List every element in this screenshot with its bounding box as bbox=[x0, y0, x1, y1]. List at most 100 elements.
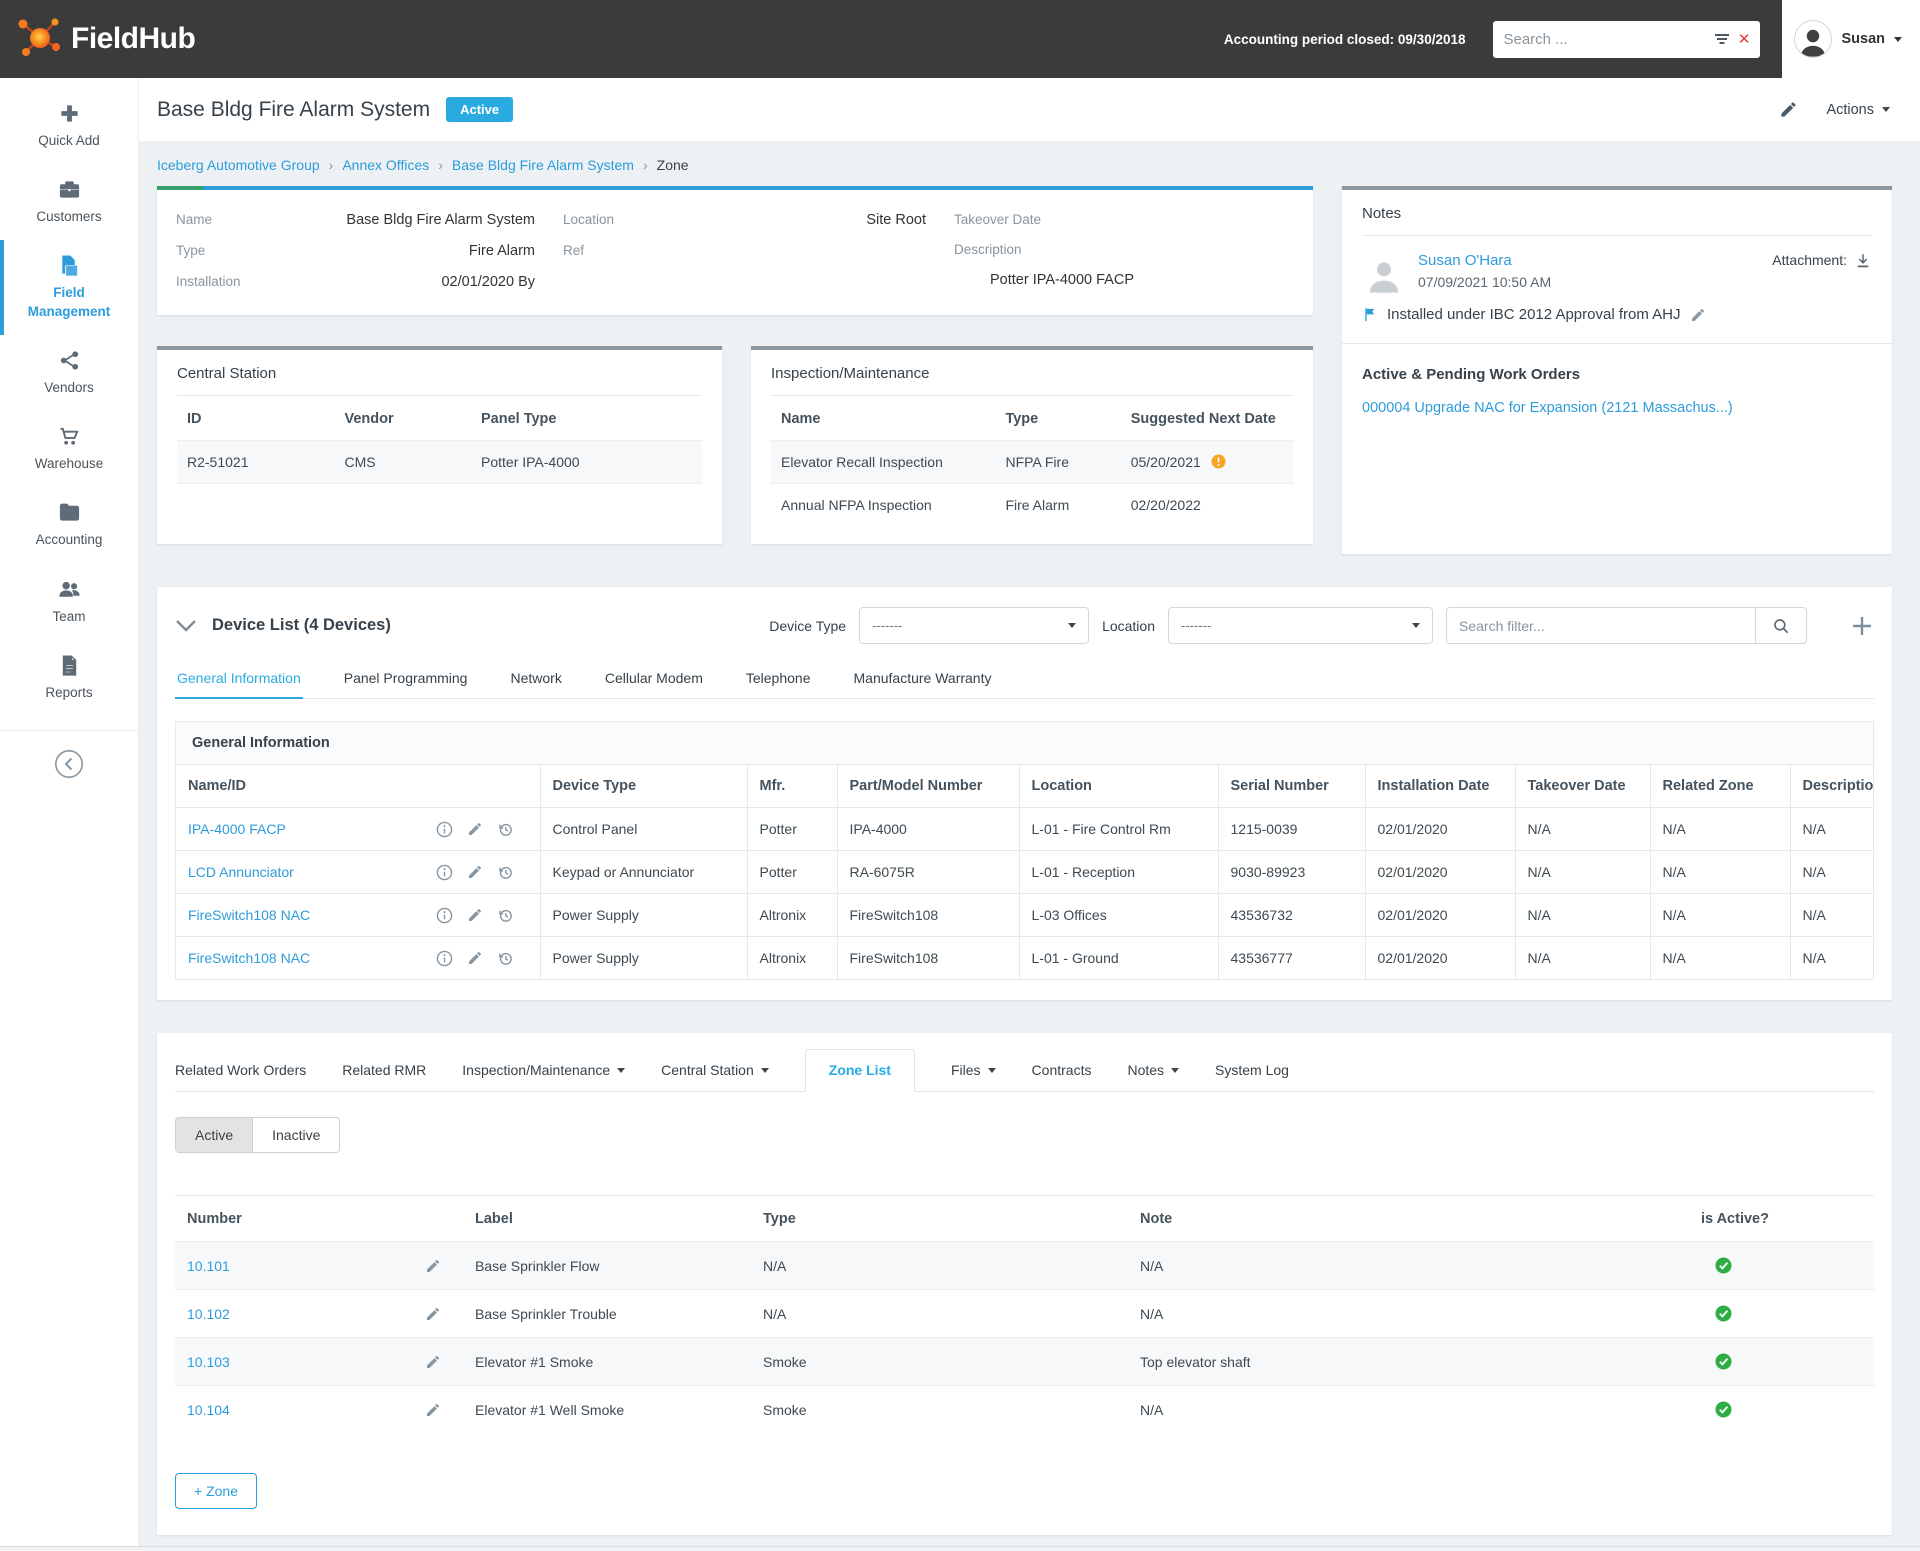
edit-zone-icon[interactable] bbox=[425, 1402, 441, 1418]
plus-icon bbox=[1853, 616, 1871, 635]
avatar bbox=[1794, 20, 1833, 58]
column-header: Takeover Date bbox=[1514, 765, 1650, 808]
breadcrumb-link[interactable]: Annex Offices bbox=[342, 157, 429, 173]
history-icon[interactable] bbox=[497, 950, 514, 967]
sidebar-item-vendors[interactable]: Vendors bbox=[0, 335, 138, 411]
device-name-link[interactable]: FireSwitch108 NAC bbox=[188, 907, 310, 923]
info-icon[interactable] bbox=[436, 907, 453, 924]
device-name-link[interactable]: LCD Annunciator bbox=[188, 864, 294, 880]
device-filter-input[interactable] bbox=[1446, 607, 1756, 644]
user-menu[interactable]: Susan bbox=[1782, 0, 1920, 78]
breadcrumb-link[interactable]: Iceberg Automotive Group bbox=[157, 157, 320, 173]
tab-manufacture-warranty[interactable]: Manufacture Warranty bbox=[852, 660, 994, 698]
active-check-icon bbox=[1701, 1401, 1862, 1418]
report-file-icon bbox=[62, 655, 76, 676]
info-icon[interactable] bbox=[436, 950, 453, 967]
tab-general-information[interactable]: General Information bbox=[175, 660, 303, 699]
top-bar: FieldHub Accounting period closed: 09/30… bbox=[0, 0, 1920, 78]
tab-panel-programming[interactable]: Panel Programming bbox=[342, 660, 470, 698]
download-icon[interactable] bbox=[1854, 252, 1872, 270]
brand-name: FieldHub bbox=[71, 22, 196, 55]
edit-zone-icon[interactable] bbox=[425, 1258, 441, 1274]
history-icon[interactable] bbox=[497, 907, 514, 924]
brand[interactable]: FieldHub bbox=[0, 14, 196, 64]
people-icon bbox=[58, 581, 80, 597]
edit-icon[interactable] bbox=[467, 907, 483, 923]
column-header: Label bbox=[463, 1195, 751, 1242]
device-list-card: Device List (4 Devices) Device Type ----… bbox=[157, 587, 1892, 1000]
info-icon[interactable] bbox=[436, 864, 453, 881]
sidebar-collapse-button[interactable] bbox=[0, 729, 138, 797]
zone-number-link[interactable]: 10.104 bbox=[187, 1402, 230, 1418]
clear-search-icon[interactable]: ✕ bbox=[1738, 32, 1751, 47]
tab-zone-list[interactable]: Zone List bbox=[804, 1049, 915, 1092]
edit-zone-icon[interactable] bbox=[425, 1354, 441, 1370]
zone-number-link[interactable]: 10.103 bbox=[187, 1354, 230, 1370]
main-area: Base Bldg Fire Alarm System Active Actio… bbox=[139, 78, 1920, 1551]
edit-zone-icon[interactable] bbox=[425, 1306, 441, 1322]
actions-button[interactable]: Actions bbox=[1826, 102, 1890, 118]
edit-note-icon[interactable] bbox=[1690, 307, 1706, 323]
history-icon[interactable] bbox=[497, 864, 514, 881]
column-header: Part/Model Number bbox=[836, 765, 1019, 808]
zone-number-link[interactable]: 10.102 bbox=[187, 1306, 230, 1322]
sidebar-item-team[interactable]: Team bbox=[0, 564, 138, 640]
tab-notes[interactable]: Notes bbox=[1127, 1050, 1180, 1091]
column-header: Mfr. bbox=[746, 765, 837, 808]
sidebar-item-reports[interactable]: Reports bbox=[0, 640, 138, 716]
chevron-down-icon[interactable] bbox=[175, 619, 197, 633]
column-header: Number bbox=[175, 1195, 463, 1242]
tab-related-work-orders[interactable]: Related Work Orders bbox=[175, 1050, 306, 1091]
device-type-label: Device Type bbox=[769, 617, 847, 634]
tab-central-station[interactable]: Central Station bbox=[661, 1050, 769, 1091]
tab-files[interactable]: Files bbox=[951, 1050, 996, 1091]
device-name-link[interactable]: IPA-4000 FACP bbox=[188, 821, 286, 837]
select-caret-icon bbox=[1412, 623, 1420, 628]
tab-contracts[interactable]: Contracts bbox=[1032, 1050, 1092, 1091]
note-item: Susan O'Hara 07/09/2021 10:50 AM Attachm… bbox=[1362, 252, 1872, 296]
history-icon[interactable] bbox=[497, 821, 514, 838]
zone-number-link[interactable]: 10.101 bbox=[187, 1258, 230, 1274]
edit-icon[interactable] bbox=[467, 864, 483, 880]
sidebar-item-accounting[interactable]: Accounting bbox=[0, 487, 138, 563]
collapse-chevron-icon bbox=[55, 749, 83, 778]
device-name-link[interactable]: FireSwitch108 NAC bbox=[188, 950, 310, 966]
add-zone-button[interactable]: + Zone bbox=[175, 1473, 257, 1509]
device-type-select[interactable]: ------- bbox=[859, 607, 1090, 644]
tab-inspection-maintenance[interactable]: Inspection/Maintenance bbox=[462, 1050, 626, 1091]
filter-active-button[interactable]: Active bbox=[176, 1118, 254, 1152]
tab-network[interactable]: Network bbox=[508, 660, 563, 698]
work-order-link[interactable]: 000004 Upgrade NAC for Expansion (2121 M… bbox=[1362, 400, 1872, 416]
accounting-period-notice: Accounting period closed: 09/30/2018 bbox=[1223, 31, 1466, 47]
note-avatar bbox=[1362, 252, 1406, 296]
fieldhub-logo-icon bbox=[18, 18, 60, 56]
select-caret-icon bbox=[1068, 623, 1077, 628]
zone-row: 10.101 Base Sprinkler Flow N/A N/A bbox=[175, 1241, 1874, 1290]
edit-icon[interactable] bbox=[467, 821, 483, 837]
tab-telephone[interactable]: Telephone bbox=[744, 660, 813, 698]
search-filter-icon[interactable] bbox=[1714, 32, 1730, 46]
breadcrumb-separator: › bbox=[328, 157, 334, 173]
sidebar-item-customers[interactable]: Customers bbox=[0, 164, 138, 240]
location-select[interactable]: ------- bbox=[1168, 607, 1433, 644]
horizontal-scrollbar[interactable] bbox=[0, 1546, 1920, 1551]
field-management-icon bbox=[61, 255, 77, 276]
note-author-link[interactable]: Susan O'Hara bbox=[1418, 252, 1551, 269]
zone-row: 10.102 Base Sprinkler Trouble N/A N/A bbox=[175, 1290, 1874, 1338]
breadcrumb-link[interactable]: Base Bldg Fire Alarm System bbox=[452, 157, 634, 173]
tab-cellular-modem[interactable]: Cellular Modem bbox=[603, 660, 705, 698]
info-icon[interactable] bbox=[436, 821, 453, 838]
sidebar-item-field-management[interactable]: Field Management bbox=[0, 240, 138, 335]
column-header: Type bbox=[1005, 411, 1039, 427]
tab-related-rmr[interactable]: Related RMR bbox=[342, 1050, 426, 1091]
edit-icon[interactable] bbox=[467, 950, 483, 966]
add-device-button[interactable] bbox=[1850, 614, 1874, 638]
filter-inactive-button[interactable]: Inactive bbox=[253, 1118, 340, 1152]
edit-system-icon[interactable] bbox=[1779, 100, 1798, 119]
global-search-input[interactable] bbox=[1503, 30, 1706, 48]
search-button[interactable] bbox=[1756, 607, 1807, 644]
tab-system-log[interactable]: System Log bbox=[1215, 1050, 1289, 1091]
caret-down-icon bbox=[1171, 1067, 1180, 1073]
sidebar-item-quick-add[interactable]: Quick Add bbox=[0, 88, 138, 164]
sidebar-item-warehouse[interactable]: Warehouse bbox=[0, 411, 138, 487]
